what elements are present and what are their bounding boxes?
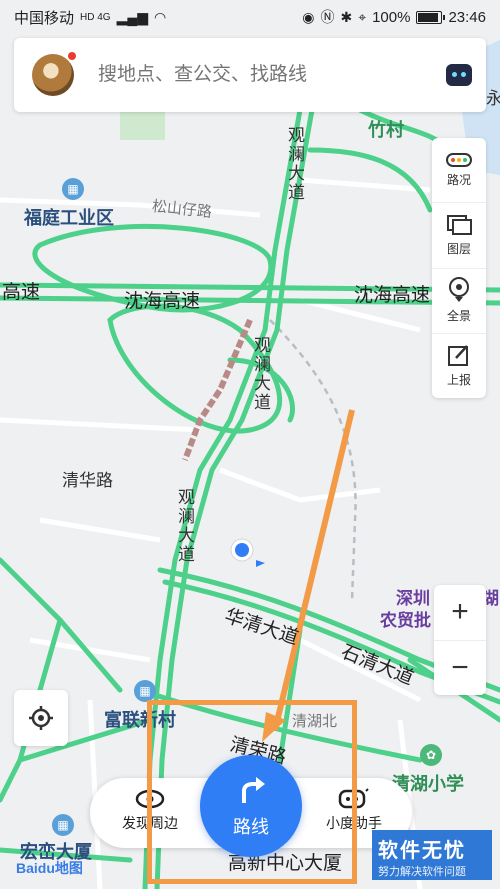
tool-report-label: 上报 bbox=[446, 373, 471, 388]
locate-button[interactable] bbox=[14, 690, 68, 746]
discover-button[interactable]: 发现周边 bbox=[110, 788, 190, 833]
tool-report[interactable]: 上报 bbox=[432, 334, 486, 398]
tool-panorama-label: 全景 bbox=[446, 309, 471, 324]
discover-label: 发现周边 bbox=[122, 815, 178, 831]
poi-building-icon[interactable]: ▦ bbox=[52, 814, 74, 836]
tool-traffic-label: 路况 bbox=[446, 172, 471, 187]
eye-icon bbox=[135, 789, 165, 809]
map-label-guanlan-1: 观澜大道 bbox=[285, 126, 304, 202]
map-label-guanlan-3: 观澜大道 bbox=[175, 488, 194, 564]
avatar[interactable] bbox=[32, 52, 76, 96]
location-icon: ⌖ bbox=[358, 8, 367, 25]
wifi-icon: ◠ bbox=[154, 8, 167, 25]
signal-icon: ▂▄▆ bbox=[116, 8, 149, 25]
map-label-nongmao: 农贸批 bbox=[380, 611, 431, 630]
map-label-guanlan-2: 观澜大道 bbox=[251, 336, 270, 412]
bluetooth-icon: ✱ bbox=[340, 8, 353, 25]
battery-percent: 100% bbox=[372, 8, 411, 26]
map-label-shenhai-2: 沈海高速 bbox=[354, 285, 431, 306]
traffic-icon bbox=[446, 152, 472, 167]
poi-school-icon[interactable]: ✿ bbox=[420, 744, 442, 766]
report-icon bbox=[448, 345, 468, 367]
route-label: 路线 bbox=[233, 817, 269, 837]
clock: 23:46 bbox=[448, 8, 486, 26]
tool-panorama[interactable]: 全景 bbox=[432, 269, 486, 334]
search-input[interactable] bbox=[98, 64, 446, 86]
assistant-icon bbox=[338, 788, 369, 809]
map-label-futing: 福庭工业区 bbox=[24, 208, 114, 228]
map-label-qinghubei: 清湖北 bbox=[292, 713, 338, 730]
map-label-shenhai-1: 沈海高速 bbox=[124, 291, 201, 312]
map-label-zhucun: 竹村 bbox=[368, 120, 404, 140]
map-label-qinghua: 清华路 bbox=[62, 471, 113, 490]
map-label-gaosu: 高速 bbox=[2, 282, 41, 303]
assistant-button[interactable]: 小度助手 bbox=[314, 788, 394, 833]
route-button[interactable]: 路线 bbox=[200, 755, 302, 857]
nfc-icon: Ⓝ bbox=[320, 9, 335, 25]
notification-dot bbox=[68, 52, 76, 60]
battery-icon bbox=[416, 10, 446, 24]
layers-icon bbox=[447, 214, 472, 235]
assistant-robot-icon[interactable] bbox=[446, 64, 472, 86]
watermark-subtitle: 努力解决软件问题 bbox=[378, 866, 466, 878]
search-bar bbox=[14, 38, 486, 112]
tool-layers-label: 图层 bbox=[446, 241, 471, 256]
crosshair-icon bbox=[29, 706, 53, 730]
zoom-control: + − bbox=[434, 585, 486, 695]
poi-building-icon[interactable]: ▦ bbox=[62, 178, 84, 200]
carrier-label: 中国移动 bbox=[14, 9, 75, 27]
eye-icon: ◉ bbox=[302, 8, 315, 25]
panorama-icon bbox=[449, 277, 469, 303]
network-label: HD 4G bbox=[80, 11, 111, 23]
watermark: 软件无忧 努力解决软件问题 bbox=[372, 830, 492, 880]
map-label-fulian: 富联新村 bbox=[104, 710, 176, 730]
tool-layers[interactable]: 图层 bbox=[432, 203, 486, 269]
baidu-map-logo: Baidu地图 bbox=[16, 860, 83, 876]
status-bar: 中国移动 HD 4G ▂▄▆ ◠ ◉ Ⓝ ✱ ⌖ 100% 23:46 bbox=[0, 0, 500, 34]
tool-traffic[interactable]: 路况 bbox=[432, 138, 486, 204]
map-label-edge: 永 bbox=[486, 89, 500, 108]
poi-building-icon[interactable]: ▦ bbox=[134, 680, 156, 702]
zoom-in-button[interactable]: + bbox=[434, 585, 486, 641]
zoom-out-button[interactable]: − bbox=[434, 641, 486, 696]
route-arrow-icon bbox=[242, 777, 265, 803]
watermark-title: 软件无忧 bbox=[378, 840, 466, 862]
map-tool-panel: 路况 图层 全景 上报 bbox=[432, 138, 486, 398]
